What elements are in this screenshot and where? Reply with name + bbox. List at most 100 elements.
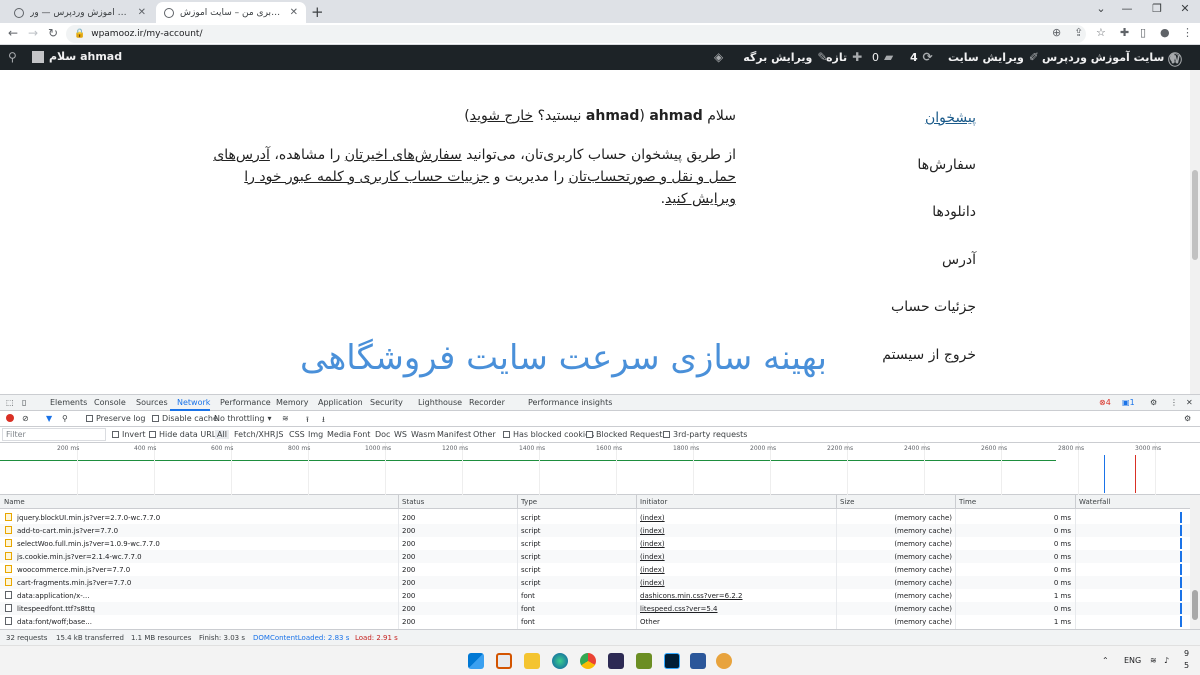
devtools-tab-application[interactable]: Application [318,398,363,407]
profile-icon[interactable]: ● [1160,26,1170,39]
recent-orders-link[interactable]: سفارش‌های اخیرتان [345,147,462,163]
filter-input[interactable]: Filter [2,428,106,441]
browser-tab[interactable]: کش‌ی ‹ سایت آموزش وردپرس — ور... ✕ [6,2,154,23]
devtools-tab-lighthouse[interactable]: Lighthouse [418,398,462,407]
third-party-checkbox[interactable]: 3rd-party requests [663,430,747,439]
column-size[interactable]: Size [840,498,854,506]
column-type[interactable]: Type [521,498,537,506]
account-nav-downloads[interactable]: دانلودها [932,204,976,220]
extensions-icon[interactable]: ✚ [1120,26,1129,39]
back-icon[interactable]: ← [8,26,18,40]
record-button[interactable] [6,414,14,422]
star-icon[interactable]: ☆ [1096,26,1106,39]
recorder-icon[interactable] [716,653,732,669]
filter-funnel-icon[interactable]: ▼ [46,414,52,423]
table-row[interactable]: woocommerce.min.js?ver=7.7.0 200 script (in… [0,563,1190,576]
photoshop-icon[interactable] [664,653,680,669]
devtools-tab-network[interactable]: Network [177,398,210,407]
export-icon[interactable]: ⭳ [322,414,325,428]
devtools-close-icon[interactable]: ✕ [1186,398,1193,407]
type-filter-ws[interactable]: WS [394,430,407,439]
request-initiator[interactable]: dashicons.min.css?ver=6.2.2 [640,592,743,600]
sidebar-icon[interactable]: ▯ [1140,26,1146,39]
network-settings-icon[interactable]: ⚙ [1184,414,1191,423]
reload-icon[interactable]: ↻ [48,26,58,40]
request-initiator[interactable]: (index) [640,540,665,548]
type-filter-media[interactable]: Media [327,430,351,439]
table-row[interactable]: data:application/x-... 200 font dashicons.m… [0,589,1190,602]
speaker-icon[interactable]: ♪ [1164,656,1169,665]
file-explorer-icon[interactable] [524,653,540,669]
settings-gear-icon[interactable]: ⚙ [1150,398,1157,407]
type-filter-all[interactable]: All [215,430,229,439]
request-initiator[interactable]: (index) [640,527,665,535]
error-count-badge[interactable]: ⊗4 [1099,398,1111,407]
url-input[interactable]: 🔒 wpamooz.ir/my-account/ [66,25,1086,43]
app-icon[interactable] [608,653,624,669]
new-tab-button[interactable]: + [311,3,324,21]
zoom-icon[interactable]: ⊕ [1052,26,1061,39]
browser-tab-active[interactable]: حساب کاربری من – سایت آموزش ... ✕ [156,2,306,23]
table-row[interactable]: selectWoo.full.min.js?ver=1.0.9-wc.7.7.0… [0,537,1190,550]
devtools-tab-performance-insights[interactable]: Performance insights [528,398,612,407]
column-name[interactable]: Name [4,498,25,506]
comments-link[interactable]: 0 ▰ [872,50,893,64]
menu-kebab-icon[interactable]: ⋮ [1182,26,1193,39]
devtools-tab-elements[interactable]: Elements [50,398,87,407]
search-icon[interactable]: ⚲ [62,414,68,423]
table-row[interactable]: js.cookie.min.js?ver=2.1.4-wc.7.7.0 200 sc… [0,550,1190,563]
page-scrollbar-thumb[interactable] [1192,170,1198,260]
type-filter-img[interactable]: Img [308,430,323,439]
type-filter-manifest[interactable]: Manifest [437,430,471,439]
account-nav-dashboard[interactable]: پیشخوان [925,110,976,126]
request-initiator[interactable]: (index) [640,566,665,574]
wifi-icon[interactable]: ≋ [282,414,289,423]
chrome-icon[interactable] [580,653,596,669]
table-row[interactable]: data:font/woff;base... 200 font Other (memor… [0,615,1190,628]
request-initiator[interactable]: litespeed.css?ver=5.4 [640,605,718,613]
invert-checkbox[interactable]: Invert [112,430,146,439]
devtools-tab-security[interactable]: Security [370,398,403,407]
windows-start-icon[interactable] [468,653,484,669]
share-icon[interactable]: ⇪ [1074,26,1083,39]
logout-link[interactable]: خارج شوید [470,108,533,124]
request-initiator[interactable]: (index) [640,514,665,522]
new-content-link[interactable]: تازه ✚ [826,50,862,64]
blocked-cookies-checkbox[interactable]: Has blocked cookies [503,430,594,439]
language-indicator[interactable]: ENG [1124,656,1141,665]
clock-time[interactable]: 9 [1184,649,1189,658]
image-editor-icon[interactable] [636,653,652,669]
table-row[interactable]: jquery.blockUI.min.js?ver=2.7.0-wc.7.7.0… [0,511,1190,524]
devtools-tab-recorder[interactable]: Recorder [469,398,505,407]
account-nav-address[interactable]: آدرس [942,252,976,268]
word-icon[interactable] [690,653,706,669]
search-icon[interactable]: ⚲ [8,50,17,64]
devtools-scrollbar-thumb[interactable] [1192,590,1198,620]
devtools-tab-sources[interactable]: Sources [136,398,168,407]
my-account-menu[interactable]: سلام ahmad [32,50,122,63]
account-nav-details[interactable]: جزئیات حساب [891,299,976,315]
device-icon[interactable]: ▯ [22,398,26,407]
clear-icon[interactable]: ⊘ [22,414,29,423]
devtools-menu-icon[interactable]: ⋮ [1170,398,1178,407]
edit-page-link[interactable]: ◈ ویرایش برگه ✎ [714,50,827,64]
inspect-icon[interactable]: ⬚ [6,398,14,407]
blocked-requests-checkbox[interactable]: Blocked Requests [586,430,667,439]
clock-date[interactable]: 5 [1184,661,1189,670]
column-time[interactable]: Time [959,498,976,506]
forward-icon[interactable]: → [28,26,38,40]
type-filter-font[interactable]: Font [353,430,370,439]
request-initiator[interactable]: (index) [640,553,665,561]
close-window-icon[interactable]: ✕ [1170,2,1200,15]
network-timeline-overview[interactable]: 200 ms 400 ms 600 ms 800 ms 1000 ms 1200 ms 14… [0,443,1200,495]
column-waterfall[interactable]: Waterfall [1079,498,1110,506]
devtools-tab-console[interactable]: Console [94,398,126,407]
xampp-icon[interactable] [496,653,512,669]
edge-icon[interactable] [552,653,568,669]
close-icon[interactable]: ✕ [284,7,298,18]
chevron-up-icon[interactable]: ⌃ [1102,656,1109,665]
table-row[interactable]: add-to-cart.min.js?ver=7.7.0 200 script (in… [0,524,1190,537]
hide-data-urls-checkbox[interactable]: Hide data URLs [149,430,220,439]
preserve-log-checkbox[interactable]: Preserve log [86,414,146,423]
type-filter-css[interactable]: CSS [289,430,305,439]
